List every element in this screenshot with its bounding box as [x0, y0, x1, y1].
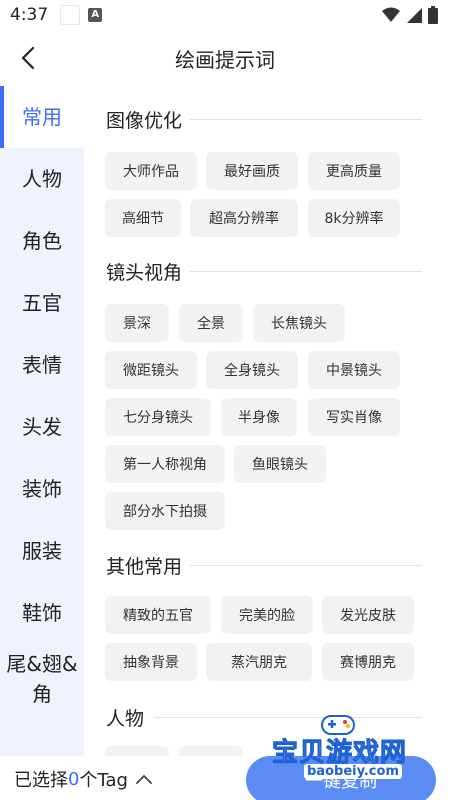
tag-chip[interactable]: 鱼眼镜头	[234, 445, 326, 483]
wifi-icon	[382, 7, 400, 22]
expand-selection-button[interactable]	[136, 774, 152, 784]
tag-chip[interactable]: 半身像	[221, 398, 297, 436]
section-title-camera-angle: 镜头视角	[106, 262, 183, 284]
active-indicator	[0, 86, 4, 148]
tag-chip[interactable]: 发光皮肤	[322, 596, 414, 634]
signal-icon	[407, 8, 422, 23]
status-time: 4:37	[10, 5, 49, 25]
sidebar-item-hair[interactable]: 头发	[0, 396, 84, 458]
section-title-person: 人物	[106, 708, 145, 730]
chevron-up-icon	[136, 775, 152, 784]
tag-chip[interactable]: 全身镜头	[206, 351, 298, 389]
sidebar-item-decoration[interactable]: 装饰	[0, 458, 84, 520]
tag-chip[interactable]: 高细节	[105, 199, 181, 237]
sidebar-item-label: 人物	[22, 167, 62, 191]
sidebar-item-shoes[interactable]: 鞋饰	[0, 582, 84, 644]
back-button[interactable]	[12, 42, 44, 74]
tag-chip[interactable]: 微距镜头	[105, 351, 197, 389]
sidebar-item-label: 服装	[22, 539, 62, 563]
sidebar-item-label: 尾&翅& 角	[6, 652, 78, 706]
sidebar-item-label: 装饰	[22, 477, 62, 501]
tag-chip[interactable]: 大师作品	[105, 152, 197, 190]
sidebar-item-expression[interactable]: 表情	[0, 334, 84, 396]
copy-all-label: 一键复制	[305, 771, 377, 792]
tag-chip[interactable]: 超高分辨率	[190, 199, 298, 237]
sidebar-item-clothing[interactable]: 服装	[0, 520, 84, 582]
tag-chip[interactable]: 最好画质	[206, 152, 298, 190]
tag-chip[interactable]: 写实肖像	[308, 398, 400, 436]
app-notification-icon: A	[88, 8, 103, 22]
status-bar: 4:37 A	[0, 0, 450, 30]
battery-icon	[428, 6, 438, 24]
section-divider	[190, 119, 422, 120]
tag-chip[interactable]: 景深	[105, 304, 169, 342]
status-icons	[382, 6, 438, 24]
sidebar-item-label: 常用	[22, 105, 62, 129]
section-title-other-common: 其他常用	[106, 556, 183, 578]
category-sidebar: 常用 人物 角色 五官 表情 头发 装饰 服装 鞋饰 尾&翅& 角	[0, 86, 84, 800]
section-divider	[190, 565, 422, 566]
section-title-image-optimization: 图像优化	[106, 110, 183, 132]
app-header: 绘画提示词	[0, 30, 450, 86]
sidebar-item-common[interactable]: 常用	[0, 86, 84, 148]
tag-chip[interactable]	[105, 746, 169, 756]
sidebar-item-label: 头发	[22, 415, 62, 439]
tag-chip[interactable]: 七分身镜头	[105, 398, 211, 436]
tag-chip[interactable]: 第一人称视角	[105, 445, 225, 483]
sidebar-item-tail-wing-horn[interactable]: 尾&翅& 角	[0, 644, 84, 714]
chevron-left-icon	[21, 46, 35, 70]
page-title: 绘画提示词	[175, 47, 275, 72]
selection-count: 0	[68, 768, 80, 790]
tag-chip[interactable]: 赛博朋克	[322, 643, 414, 681]
tag-chip[interactable]: 蒸汽朋克	[206, 643, 312, 681]
tag-chip[interactable]: 部分水下拍摄	[105, 492, 225, 530]
tag-content: 图像优化 大师作品 最好画质 更高质量 高细节 超高分辨率 8k分辨率 镜头视角…	[84, 86, 450, 756]
screen: 4:37 A 绘画提示词 常用 人物 角色 五官 表情 头发 装饰 服装 鞋饰 …	[0, 0, 450, 800]
sidebar-item-label: 角色	[22, 229, 62, 253]
section-divider	[190, 271, 422, 272]
selection-prefix: 已选择	[14, 770, 68, 791]
section-divider	[154, 717, 422, 718]
tag-chip[interactable]: 全景	[179, 304, 243, 342]
tag-chip[interactable]: 8k分辨率	[308, 199, 400, 237]
tag-chip[interactable]: 完美的脸	[221, 596, 313, 634]
tag-chip[interactable]: 精致的五官	[105, 596, 211, 634]
tag-chip[interactable]: 抽象背景	[105, 643, 197, 681]
sidebar-item-person[interactable]: 人物	[0, 148, 84, 210]
sidebar-item-character[interactable]: 角色	[0, 210, 84, 272]
sidebar-item-label: 鞋饰	[22, 601, 62, 625]
selection-summary: 已选择 0 个Tag	[14, 766, 152, 792]
tag-chip[interactable]	[179, 746, 243, 756]
sidebar-item-label: 表情	[22, 353, 62, 377]
tag-chip[interactable]: 长焦镜头	[253, 304, 345, 342]
selection-suffix: 个Tag	[79, 770, 128, 791]
copy-all-button[interactable]: 一键复制	[246, 756, 436, 800]
sidebar-item-facial-features[interactable]: 五官	[0, 272, 84, 334]
tag-chip[interactable]: 更高质量	[308, 152, 400, 190]
notification-icon	[60, 5, 81, 25]
sidebar-item-label: 五官	[22, 291, 62, 315]
tag-chip[interactable]: 中景镜头	[308, 351, 400, 389]
